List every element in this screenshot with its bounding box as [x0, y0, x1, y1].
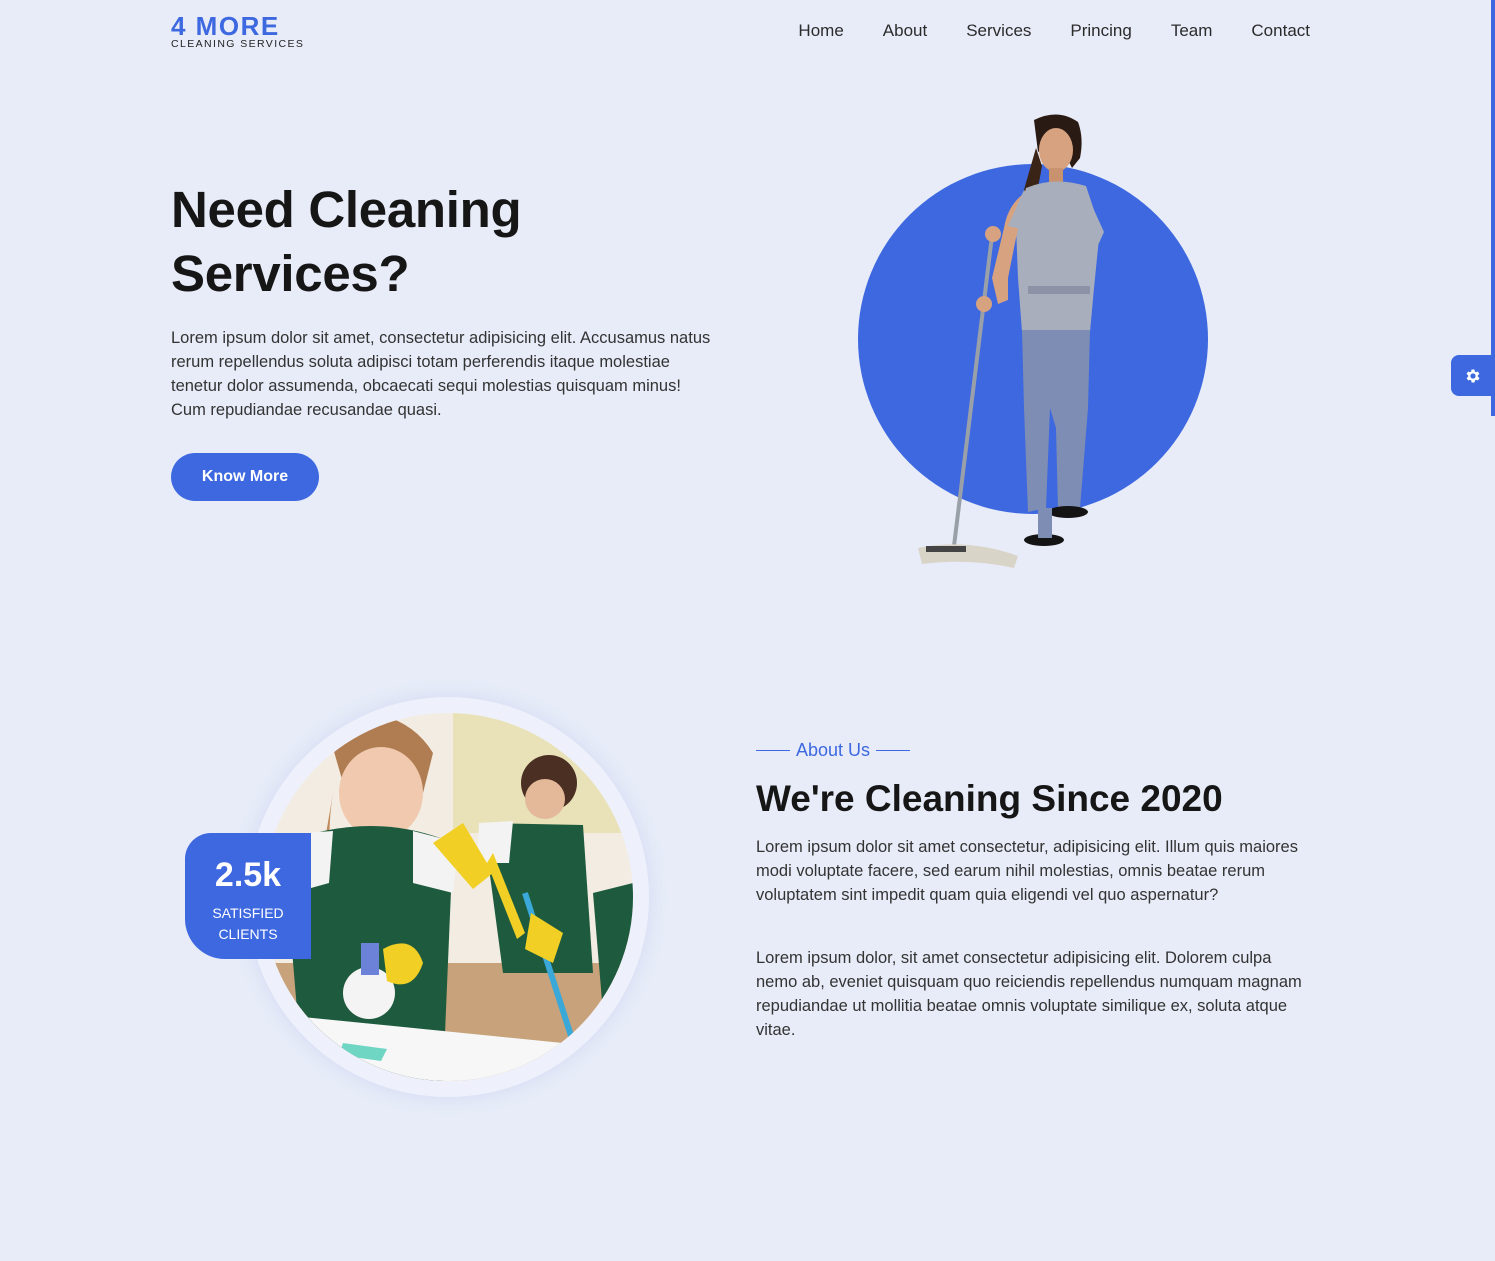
about-eyebrow-label: About Us	[796, 740, 871, 760]
main-nav: Home About Services Princing Team Contac…	[798, 20, 1310, 42]
nav-item-about[interactable]: About	[883, 20, 927, 42]
nav-item-home[interactable]: Home	[798, 20, 843, 42]
nav-item-pricing[interactable]: Princing	[1070, 20, 1131, 42]
know-more-button[interactable]: Know More	[171, 453, 319, 501]
nav-item-services[interactable]: Services	[966, 20, 1031, 42]
nav-item-team[interactable]: Team	[1171, 20, 1213, 42]
page: 4 MORE CLEANING SERVICES Home About Serv…	[0, 0, 1495, 1261]
hero-title: Need Cleaning Services?	[171, 181, 522, 302]
eyebrow-line-right	[876, 749, 911, 752]
about-eyebrow: About Us	[756, 740, 911, 761]
eyebrow-line-left	[756, 749, 790, 752]
cleaners-team-photo	[263, 713, 633, 1081]
settings-toggle-button[interactable]	[1451, 355, 1495, 396]
woman-with-mop-illustration	[918, 114, 1104, 568]
brand-logo[interactable]: 4 MORE CLEANING SERVICES	[171, 12, 304, 50]
about-title: We're Cleaning Since 2020	[756, 778, 1223, 819]
hero-image	[858, 108, 1218, 578]
scroll-indicator	[1491, 0, 1495, 416]
brand-tagline: CLEANING SERVICES	[171, 38, 305, 50]
about-paragraph-2: Lorem ipsum dolor, sit amet consectetur …	[756, 949, 1302, 1039]
stat-number: 2.5k	[214, 856, 282, 894]
about-paragraph-1: Lorem ipsum dolor sit amet consectetur, …	[756, 838, 1298, 904]
hero-description: Lorem ipsum dolor sit amet, consectetur …	[171, 329, 711, 419]
nav-item-contact[interactable]: Contact	[1251, 20, 1310, 42]
brand-name: 4 MORE	[171, 11, 280, 41]
cleaners-illustration	[263, 713, 633, 1081]
stat-label: SATISFIED CLIENTS	[212, 905, 284, 942]
gear-icon	[1466, 369, 1480, 382]
satisfied-clients-badge: 2.5k SATISFIED CLIENTS	[185, 833, 311, 959]
